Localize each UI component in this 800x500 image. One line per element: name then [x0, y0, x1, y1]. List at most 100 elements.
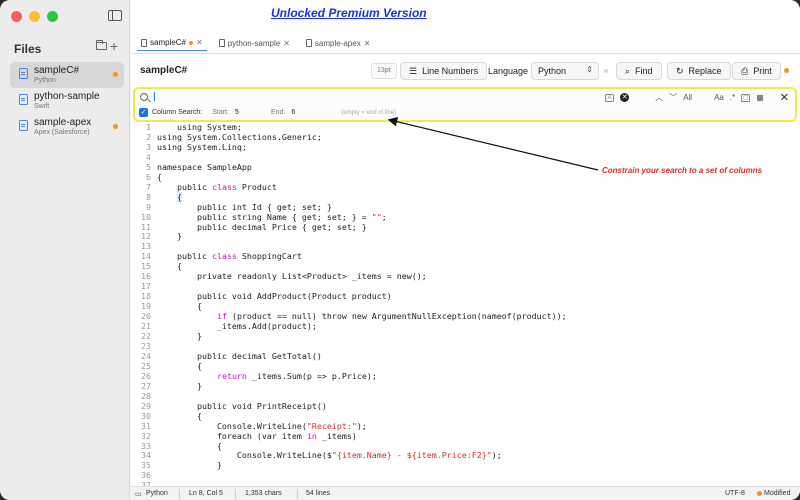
find-button[interactable]: ⌕ Find — [616, 62, 662, 80]
replace-label: Replace — [688, 66, 722, 76]
line-text: } — [157, 380, 202, 391]
file-name: sampleC# — [34, 65, 80, 76]
close-tab-icon[interactable]: ✕ — [364, 39, 371, 48]
tab-python-sample[interactable]: python-sample ✕ — [215, 35, 294, 51]
status-language[interactable]: Python — [146, 490, 168, 497]
column-search-checkbox[interactable]: ✓ — [139, 108, 148, 117]
document-icon — [141, 38, 147, 47]
line-text: public decimal Price { get; set; } — [157, 221, 367, 232]
search-input[interactable] — [154, 90, 634, 104]
start-column-field[interactable]: 5 — [235, 109, 261, 116]
language-value: Python — [538, 66, 567, 76]
text-cursor — [154, 92, 155, 101]
find-all-button[interactable]: All — [683, 93, 692, 102]
modified-dot — [757, 491, 762, 496]
code-editor[interactable]: 1 using System; 2 using System.Collections… — [131, 123, 800, 486]
window-controls — [11, 11, 58, 22]
font-size-badge[interactable]: 13pt — [371, 63, 397, 79]
file-item-python-sample[interactable]: python-sample Swift — [10, 88, 124, 114]
tab-sample-apex[interactable]: sample-apex ✕ — [302, 35, 375, 51]
regex-toggle[interactable]: .* — [730, 93, 735, 102]
code-line[interactable]: 34 Console.WriteLine($"{item.Name} - ${i… — [131, 450, 800, 461]
previous-match-icon[interactable]: ︿ — [655, 92, 663, 103]
next-match-icon[interactable]: ﹀ — [669, 92, 677, 103]
printer-icon: ⎙ — [741, 65, 749, 76]
document-icon — [19, 120, 28, 131]
document-icon — [19, 94, 28, 105]
tab-samplecsharp[interactable]: sampleC# ✕ — [137, 35, 207, 51]
clear-search-icon[interactable]: ✕ — [620, 93, 630, 102]
code-line[interactable]: 11 public decimal Price { get; set; } — [131, 221, 800, 233]
file-name: python-sample — [34, 91, 100, 102]
code-line[interactable]: 18 public void AddProduct(Product produc… — [131, 291, 800, 302]
match-case-toggle[interactable]: Aa — [714, 93, 724, 102]
premium-banner-link[interactable]: Unlocked Premium Version — [271, 6, 427, 20]
line-text: } — [157, 231, 182, 242]
code-line[interactable]: 36 — [131, 470, 800, 481]
collapse-arrow-icon[interactable]: « — [604, 66, 608, 75]
modified-dot — [189, 40, 194, 45]
add-file-icon[interactable]: + — [110, 39, 118, 53]
close-tab-icon[interactable]: ✕ — [196, 38, 203, 47]
close-find-bar-icon[interactable]: ✕ — [780, 91, 789, 104]
code-line[interactable]: 24 public decimal GetTotal() — [131, 351, 800, 362]
close-window-button[interactable] — [11, 11, 22, 22]
code-line[interactable]: 14 public class ShoppingCart — [131, 251, 800, 262]
language-select[interactable]: Python ⇕ — [531, 62, 599, 80]
chevron-updown-icon: ⇕ — [586, 65, 593, 74]
replace-icon: ↻ — [676, 65, 684, 76]
tab-label: python-sample — [227, 38, 281, 48]
divider — [179, 489, 180, 499]
zoom-window-button[interactable] — [47, 11, 58, 22]
line-text: foreach (var item in _items) — [157, 430, 357, 441]
end-column-field[interactable]: 6 — [291, 109, 317, 116]
line-text: namespace SampleApp — [157, 161, 252, 172]
tab-label: sampleC# — [150, 38, 187, 47]
code-line[interactable]: 26 return _items.Sum(p => p.Price); — [131, 371, 800, 382]
editor-main: Unlocked Premium Version sampleC# ✕ pyth… — [131, 0, 800, 500]
code-line[interactable]: 32 foreach (var item in _items) — [131, 430, 800, 442]
sidebar-toggle-icon[interactable] — [108, 10, 122, 21]
close-tab-icon[interactable]: ✕ — [283, 39, 290, 48]
find-options: A ✕ ︿ ﹀ All Aa .* ▢ ▦ ✕ — [605, 91, 789, 104]
new-folder-icon[interactable] — [96, 40, 107, 50]
code-line[interactable]: 12 } — [131, 232, 800, 242]
whole-word-icon[interactable]: ▢ — [741, 93, 751, 102]
line-text: } — [157, 331, 202, 342]
file-item-samplecsharp[interactable]: sampleC# Python — [10, 62, 124, 88]
code-line[interactable]: 16 private readonly List<Product> _items… — [131, 271, 800, 282]
status-modified: Modified — [764, 490, 791, 497]
start-label: Start: — [212, 109, 229, 116]
print-button[interactable]: ⎙ Print — [732, 62, 781, 80]
line-text: private readonly List<Product> _items = … — [157, 271, 427, 282]
file-language: Apex (Salesforce) — [34, 129, 90, 136]
code-line[interactable]: 21 _items.Add(product); — [131, 321, 800, 332]
selection-scope-icon[interactable]: A — [605, 93, 615, 102]
code-line[interactable]: 7 public class Product — [131, 182, 800, 193]
line-numbers-label: Line Numbers — [422, 66, 479, 76]
code-line[interactable]: 35 } — [131, 460, 800, 471]
tab-label: sample-apex — [314, 38, 361, 48]
divider — [235, 489, 236, 499]
minimize-window-button[interactable] — [29, 11, 40, 22]
file-list: sampleC# Python python-sample Swift samp… — [10, 62, 124, 140]
code-line[interactable]: 22 } — [131, 331, 800, 342]
document-icon — [305, 39, 312, 47]
language-label: Language — [488, 66, 529, 76]
status-lines: 54 lines — [306, 490, 331, 497]
print-label: Print — [753, 66, 772, 76]
search-icon: ⌕ — [625, 65, 631, 76]
document-icon — [218, 39, 225, 47]
code-line[interactable]: 29 public void PrintReceipt() — [131, 401, 800, 412]
column-search-icon[interactable]: ▦ — [756, 93, 764, 102]
modified-dot — [784, 68, 789, 73]
line-numbers-button[interactable]: ☰ Line Numbers — [400, 62, 488, 80]
replace-button[interactable]: ↻ Replace — [667, 62, 731, 80]
code-line[interactable]: 27 } — [131, 380, 800, 392]
tab-bar: sampleC# ✕ python-sample ✕ sample-apex ✕ — [131, 35, 800, 51]
file-item-sample-apex[interactable]: sample-apex Apex (Salesforce) — [10, 114, 124, 140]
line-number: 32 — [141, 430, 151, 441]
toolbar: sampleC# 13pt ☰ Line Numbers Language Py… — [131, 60, 800, 82]
annotation-callout: Constrain your search to a set of column… — [602, 166, 763, 175]
app-window: Files + sampleC# Python python-sample Sw… — [0, 0, 800, 500]
